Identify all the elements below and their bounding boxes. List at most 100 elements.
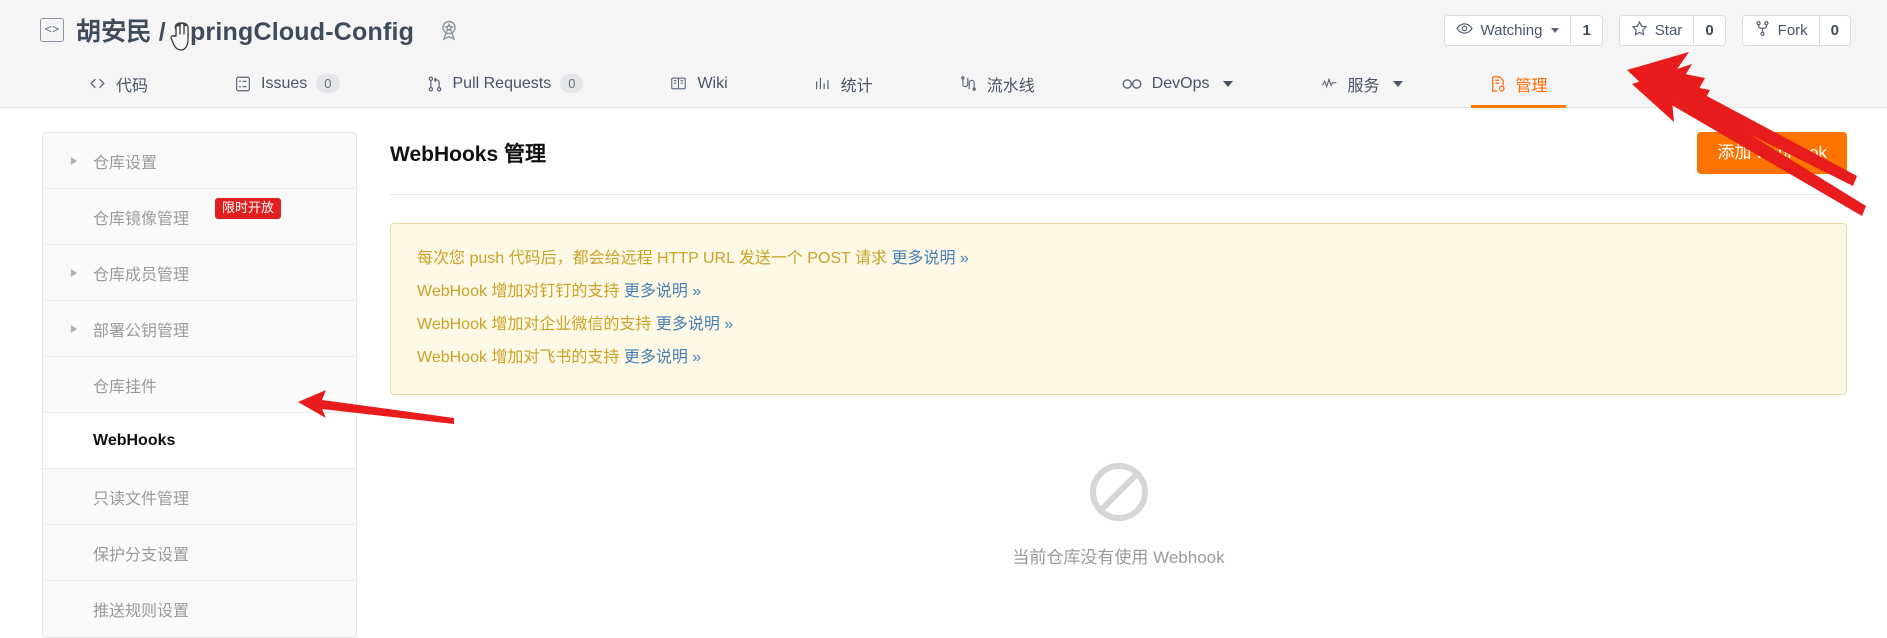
tab-wiki[interactable]: Wiki [643, 60, 753, 107]
tab-code[interactable]: 代码 [62, 60, 174, 107]
sidebar-item-label: 仓库镜像管理 [93, 210, 190, 228]
repo-identity: <> 胡安民 / SpringCloud-Config [40, 12, 462, 48]
sidebar-item-webhooks[interactable]: WebHooks [43, 413, 356, 469]
breadcrumb-separator: / [158, 18, 166, 46]
main-header: WebHooks 管理 添加 webHook [390, 132, 1847, 195]
pull-requests-count-badge: 0 [560, 74, 584, 93]
sidebar-item-label: 仓库设置 [93, 154, 158, 172]
pipeline-icon [959, 75, 978, 92]
repo-actions: Watching 1 Star 0 Fork 0 [1444, 14, 1851, 46]
main-content: WebHooks 管理 添加 webHook 每次您 push 代码后，都会给远… [390, 132, 1887, 637]
activity-icon [1319, 76, 1339, 92]
tab-label: Wiki [697, 74, 728, 92]
bar-chart-icon [814, 75, 832, 92]
code-icon [88, 75, 107, 92]
sidebar-item-label: 保护分支设置 [93, 546, 190, 564]
sidebar-item-label: 部署公钥管理 [93, 322, 190, 340]
more-info-link[interactable]: 更多说明 » [624, 283, 701, 300]
issues-list-icon [234, 75, 252, 93]
notice-text: WebHook 增加对企业微信的支持 [417, 315, 656, 333]
chevron-right-icon [71, 156, 77, 165]
sidebar-item-repo-mirror[interactable]: 仓库镜像管理 限时开放 [43, 189, 356, 245]
settings-doc-icon [1489, 75, 1507, 93]
tab-label: 代码 [116, 77, 149, 95]
sidebar-item-label: 仓库成员管理 [93, 266, 190, 284]
tab-label: 管理 [1515, 77, 1548, 95]
tab-label: 流水线 [986, 77, 1035, 95]
chevron-down-icon[interactable] [1551, 27, 1560, 33]
tab-pull-requests[interactable]: Pull Requests 0 [400, 60, 610, 107]
tab-label: 服务 [1347, 77, 1380, 95]
tab-label: 统计 [840, 77, 873, 95]
notice-line: WebHook 增加对钉钉的支持 更多说明 » [417, 275, 1846, 308]
webhook-info-notice: 每次您 push 代码后，都会给远程 HTTP URL 发送一个 POST 请求… [390, 222, 1847, 395]
notice-text: WebHook 增加对飞书的支持 [417, 348, 624, 366]
notice-line: WebHook 增加对企业微信的支持 更多说明 » [417, 308, 1846, 341]
tab-pipeline[interactable]: 流水线 [933, 60, 1061, 107]
tab-label: DevOps [1151, 74, 1210, 92]
sidebar-item-deploy-keys[interactable]: 部署公钥管理 [43, 301, 356, 357]
more-info-link[interactable]: 更多说明 » [656, 316, 733, 333]
pull-request-icon [426, 75, 444, 93]
code-brackets-icon: <> [40, 18, 64, 42]
chevron-right-icon [71, 324, 77, 333]
sidebar-item-repo-settings[interactable]: 仓库设置 [43, 133, 356, 189]
star-icon [1631, 20, 1648, 41]
chevron-right-icon [71, 268, 77, 277]
sidebar-item-repo-members[interactable]: 仓库成员管理 [43, 245, 356, 301]
sidebar-item-repo-widgets[interactable]: 仓库挂件 [43, 357, 356, 413]
book-icon [669, 75, 688, 92]
eye-icon [1456, 20, 1474, 41]
notice-line: 每次您 push 代码后，都会给远程 HTTP URL 发送一个 POST 请求… [417, 242, 1846, 275]
more-info-link[interactable]: 更多说明 » [891, 250, 968, 267]
repo-name[interactable]: SpringCloud-Config [173, 18, 414, 46]
tab-label: Issues [261, 74, 308, 92]
sidebar-item-readonly-files[interactable]: 只读文件管理 [43, 469, 356, 525]
star-button[interactable]: Star [1619, 15, 1694, 45]
sidebar-item-protected-branches[interactable]: 保护分支设置 [43, 525, 356, 581]
tab-label: Pull Requests [452, 74, 552, 92]
infinity-icon [1121, 76, 1143, 92]
sidebar-item-label: WebHooks [93, 431, 176, 449]
repo-nav: 代码 Issues 0 Pull Requests 0 Wiki 统计 流水线 … [0, 52, 1887, 186]
section-title: WebHooks 管理 [390, 142, 546, 166]
more-info-link[interactable]: 更多说明 » [624, 349, 701, 366]
repo-header: <> 胡安民 / SpringCloud-Config Watching 1 S… [0, 0, 1887, 60]
watch-label: Watching [1480, 21, 1543, 39]
tab-statistics[interactable]: 统计 [788, 60, 899, 107]
add-webhook-button[interactable]: 添加 webHook [1697, 132, 1847, 174]
star-label: Star [1654, 21, 1683, 39]
page-body: 仓库设置 仓库镜像管理 限时开放 仓库成员管理 部署公钥管理 仓库挂件 WebH… [0, 64, 1887, 638]
fork-label: Fork [1777, 21, 1808, 39]
fork-button-group[interactable]: Fork 0 [1741, 14, 1851, 46]
empty-state-text: 当前仓库没有使用 Webhook [1012, 547, 1225, 567]
page-title: 胡安民 / SpringCloud-Config [76, 12, 414, 48]
award-badge-icon [436, 17, 462, 43]
watch-button-group[interactable]: Watching 1 [1444, 14, 1603, 46]
tab-devops[interactable]: DevOps [1095, 60, 1259, 107]
sidebar-item-label: 推送规则设置 [93, 603, 190, 620]
sidebar-item-label: 仓库挂件 [93, 378, 158, 396]
limited-time-badge: 限时开放 [215, 198, 282, 219]
tab-manage[interactable]: 管理 [1463, 60, 1574, 108]
settings-sidebar: 仓库设置 仓库镜像管理 限时开放 仓库成员管理 部署公钥管理 仓库挂件 WebH… [42, 132, 357, 638]
issues-count-badge: 0 [316, 74, 340, 93]
notice-text: 每次您 push 代码后，都会给远程 HTTP URL 发送一个 POST 请求 [417, 249, 892, 267]
sidebar-item-label: 只读文件管理 [93, 490, 190, 508]
repo-owner[interactable]: 胡安民 [76, 18, 152, 46]
notice-line: WebHook 增加对飞书的支持 更多说明 » [417, 341, 1846, 374]
chevron-down-icon[interactable] [1222, 80, 1233, 87]
fork-icon [1754, 20, 1771, 41]
notice-text: WebHook 增加对钉钉的支持 [417, 282, 624, 300]
star-count[interactable]: 0 [1693, 15, 1725, 45]
star-button-group[interactable]: Star 0 [1618, 14, 1726, 46]
empty-state: 当前仓库没有使用 Webhook [390, 462, 1847, 568]
fork-count[interactable]: 0 [1818, 15, 1850, 45]
watch-button[interactable]: Watching [1445, 15, 1571, 45]
chevron-down-icon[interactable] [1392, 80, 1403, 87]
fork-button[interactable]: Fork [1742, 15, 1819, 45]
watch-count[interactable]: 1 [1570, 15, 1602, 45]
tab-issues[interactable]: Issues 0 [208, 60, 365, 107]
sidebar-item-push-rules[interactable]: 推送规则设置 [43, 581, 356, 637]
tab-services[interactable]: 服务 [1293, 60, 1429, 107]
